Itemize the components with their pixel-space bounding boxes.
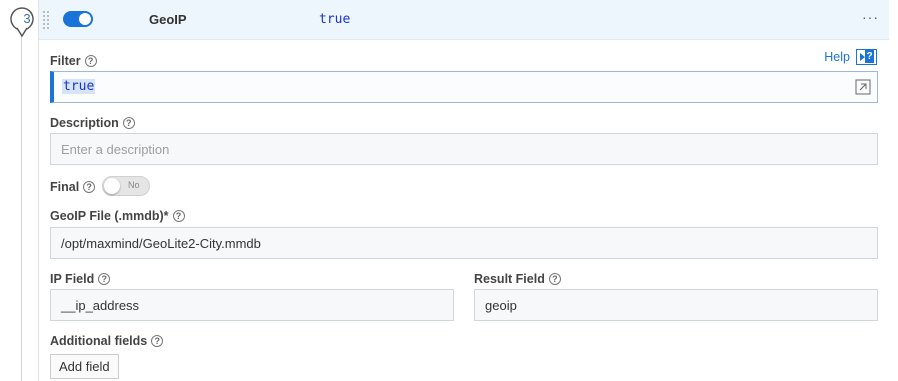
step-number-marker: 3 [8,6,36,40]
step-connector-line [21,34,22,381]
help-circle-icon[interactable]: ? [548,273,561,285]
help-circle-icon[interactable]: ? [98,273,111,285]
final-toggle-text: No [128,180,140,190]
help-circle-icon[interactable]: ? [122,117,135,129]
additional-fields-label-row: Additional fields ? [50,334,164,348]
help-link-label[interactable]: Help [824,50,850,64]
filter-expression-value[interactable]: true [62,79,96,94]
more-options-icon[interactable]: ··· [862,9,879,25]
ip-field-label-row: IP Field ? [50,272,111,286]
filter-label-row: Filter ? [50,54,97,68]
function-header[interactable]: GeoIP true ··· [39,0,889,40]
geoip-file-label: GeoIP File (.mmdb)* [50,209,169,223]
final-label: Final [50,180,80,194]
description-label-row: Description ? [50,116,135,130]
filter-label: Filter [50,54,81,68]
result-field-input[interactable]: geoip [474,289,878,321]
help-play-icon[interactable]: ? [856,49,877,65]
geoip-file-label-row: GeoIP File (.mmdb)* ? [50,209,185,223]
drag-handle-icon[interactable] [43,11,53,29]
expand-editor-icon[interactable] [855,79,871,95]
filter-expression-input[interactable]: true [50,71,878,103]
function-enabled-toggle[interactable] [63,11,93,27]
function-filter-summary: true [319,12,351,27]
function-panel: GeoIP true ··· Filter ? Help ? true Desc… [38,0,889,381]
geoip-file-input[interactable]: /opt/maxmind/GeoLite2-City.mmdb [50,227,878,259]
additional-fields-label: Additional fields [50,334,148,348]
help-link[interactable]: Help ? [824,49,877,65]
help-circle-icon[interactable]: ? [83,181,96,193]
add-field-button[interactable]: Add field [50,354,119,379]
ip-field-input[interactable]: __ip_address [50,289,454,321]
function-name: GeoIP [149,12,187,27]
description-label: Description [50,116,119,130]
help-circle-icon[interactable]: ? [84,55,97,67]
final-label-row: Final ? [50,180,96,194]
result-field-label: Result Field [474,272,545,286]
help-circle-icon[interactable]: ? [151,335,164,347]
ip-field-label: IP Field [50,272,95,286]
final-toggle[interactable]: No [102,176,150,196]
description-input[interactable]: Enter a description [50,133,878,165]
help-circle-icon[interactable]: ? [172,210,185,222]
step-number: 3 [23,11,31,26]
result-field-label-row: Result Field ? [474,272,561,286]
